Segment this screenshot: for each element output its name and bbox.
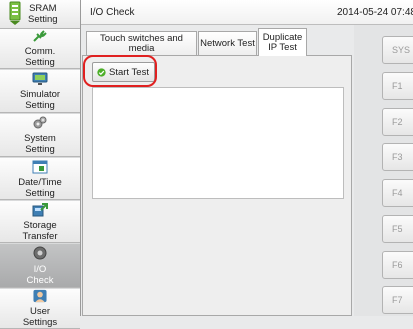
test-result-area [92, 87, 344, 199]
io-check-icon [33, 246, 47, 259]
storage-transfer-icon [32, 202, 48, 216]
sidebar-item-sram-setting[interactable]: SRAM Setting [0, 0, 80, 29]
check-circle-icon [97, 67, 106, 77]
sidebar-item-label: Comm. Setting [24, 46, 56, 68]
tab-duplicate-ip-test[interactable]: Duplicate IP Test [258, 28, 307, 56]
f3-key[interactable]: F3 [382, 143, 413, 171]
sidebar-item-system-setting[interactable]: System Setting [0, 114, 80, 157]
sidebar-item-label: Date/Time Setting [18, 176, 62, 199]
start-test-button[interactable]: Start Test [92, 62, 155, 82]
header-bar: I/O Check 2014-05-24 07:48:28 [81, 0, 413, 25]
f4-key[interactable]: F4 [382, 179, 413, 207]
sys-key-label: SYS [392, 45, 411, 55]
f7-key[interactable]: F7 [382, 286, 413, 314]
monitor-icon [32, 72, 48, 85]
tab-touch-switches-and-media[interactable]: Touch switches and media [86, 31, 197, 55]
user-icon [33, 289, 47, 303]
f6-key-label: F6 [392, 260, 403, 270]
sidebar-item-label: Simulator Setting [19, 88, 61, 111]
date-time-display: 2014-05-24 07:48:28 [337, 7, 413, 18]
sidebar-item-label: SRAM Setting [28, 3, 58, 25]
sidebar-item-comm-setting[interactable]: Comm. Setting [0, 29, 80, 69]
page-title: I/O Check [90, 7, 135, 18]
sidebar-item-user-settings[interactable]: User Settings [0, 289, 80, 329]
sidebar-item-storage-transfer[interactable]: Storage Transfer [0, 201, 80, 243]
tab-network-test[interactable]: Network Test [198, 31, 257, 55]
sidebar-item-label: Storage Transfer [22, 219, 58, 242]
f3-key-label: F3 [392, 152, 403, 162]
f5-key-label: F5 [392, 224, 403, 234]
f2-key-label: F2 [392, 117, 403, 127]
f2-key[interactable]: F2 [382, 108, 413, 136]
calendar-icon [32, 160, 48, 173]
sidebar-item-label: System Setting [24, 132, 56, 155]
sidebar-item-io-check[interactable]: I/O Check [0, 244, 80, 288]
sram-icon [9, 1, 21, 25]
f1-key[interactable]: F1 [382, 72, 413, 100]
start-test-label: Start Test [109, 66, 149, 78]
sidebar-item-simulator-setting[interactable]: Simulator Setting [0, 70, 80, 113]
sidebar: SRAM Setting Comm. Setting Simulator Set… [0, 0, 81, 329]
sidebar-item-label: I/O Check [26, 263, 54, 286]
f4-key-label: F4 [392, 188, 403, 198]
sidebar-item-label: User Settings [22, 306, 58, 328]
sidebar-item-date-time-setting[interactable]: Date/Time Setting [0, 158, 80, 200]
f7-key-label: F7 [392, 295, 403, 305]
f6-key[interactable]: F6 [382, 251, 413, 279]
tab-label: Network Test [200, 37, 255, 49]
gears-icon [33, 116, 47, 128]
tab-label: Touch switches and media [100, 32, 183, 54]
sys-key[interactable]: SYS [382, 36, 413, 64]
tab-label: Duplicate IP Test [262, 31, 303, 53]
f1-key-label: F1 [392, 81, 403, 91]
comm-plug-icon [33, 30, 47, 42]
f5-key[interactable]: F5 [382, 215, 413, 243]
